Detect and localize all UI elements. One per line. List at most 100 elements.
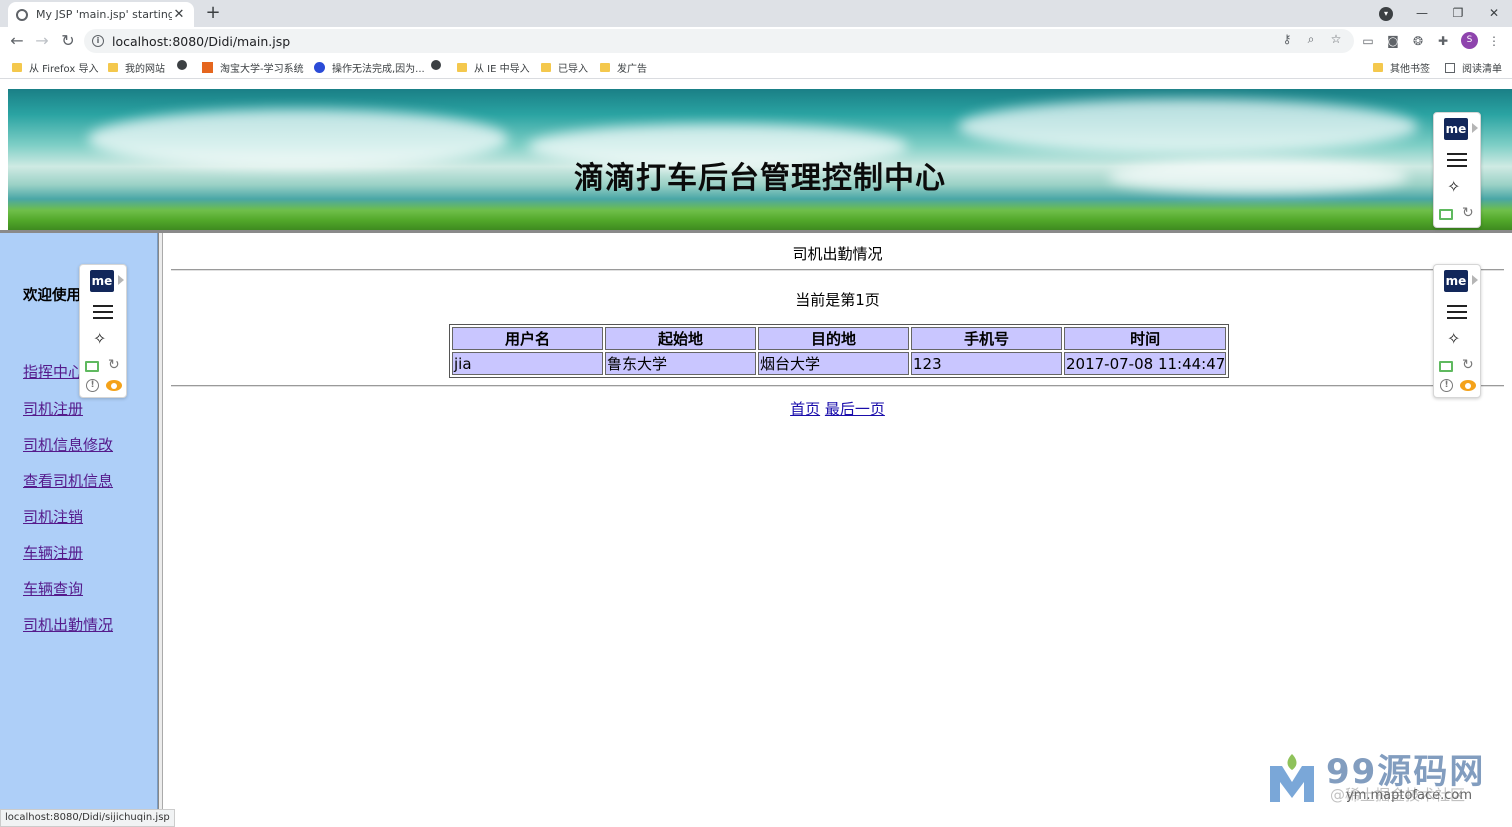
me-logo-icon[interactable]: me <box>90 270 114 292</box>
folder-icon <box>457 63 467 72</box>
back-arrow-icon[interactable]: ← <box>7 31 27 51</box>
pagination: 首页 最后一页 <box>163 398 1512 419</box>
me-logo-icon[interactable]: me <box>1444 270 1468 292</box>
table-cell-origin: 鲁东大学 <box>605 352 756 375</box>
sidebar-link-driver-cancel[interactable]: 司机注销 <box>23 506 83 527</box>
baidu-icon <box>314 62 325 73</box>
table-cell-username: jia <box>452 352 603 375</box>
sidebar-link-driver-register[interactable]: 司机注册 <box>23 398 83 419</box>
banner-title: 滴滴打车后台管理控制中心 <box>574 161 946 196</box>
reading-list[interactable]: 阅读清单 <box>1445 60 1502 75</box>
tab-search-icon[interactable]: ▾ <box>1379 7 1393 21</box>
refresh-icon[interactable]: ↻ <box>1462 205 1474 221</box>
address-url: localhost:8080/Didi/main.jsp <box>112 33 291 49</box>
sidebar-link-driver-edit[interactable]: 司机信息修改 <box>23 434 113 455</box>
other-bookmarks[interactable]: 其他书签 <box>1373 60 1430 75</box>
folder-icon <box>600 63 610 72</box>
minimize-button[interactable]: — <box>1404 0 1440 27</box>
new-tab-button[interactable]: + <box>204 4 222 22</box>
warning-icon[interactable]: ! <box>86 379 99 392</box>
sidebar-link-vehicle-register[interactable]: 车辆注册 <box>23 542 83 563</box>
bookmark-item[interactable]: 发广告 <box>600 60 647 75</box>
forward-arrow-icon[interactable]: → <box>32 31 52 51</box>
extension-widget[interactable]: me ✧ ↻ <box>1433 112 1481 228</box>
watermark: 99源码网 @稀土掘金技术社区 ym.maptoface.com <box>1268 742 1512 822</box>
warning-icon[interactable]: ! <box>1440 379 1453 392</box>
restore-button[interactable]: ❐ <box>1440 0 1476 27</box>
bookmark-item[interactable]: 从 IE 中导入 <box>457 60 530 75</box>
browser-tab-strip: My JSP 'main.jsp' starting pag ✕ + ▾ — ❐… <box>0 0 1512 27</box>
header-banner: 滴滴打车后台管理控制中心 <box>8 89 1512 230</box>
divider <box>171 269 1504 271</box>
browser-tab[interactable]: My JSP 'main.jsp' starting pag ✕ <box>8 2 194 27</box>
magic-wand-icon[interactable]: ✧ <box>93 329 106 348</box>
folder-icon <box>12 63 22 72</box>
bookmark-item[interactable]: 我的网站 <box>108 60 165 75</box>
column-header: 时间 <box>1064 327 1227 350</box>
bookmark-item[interactable]: 从 Firefox 导入 <box>12 60 98 75</box>
table-header-row: 用户名 起始地 目的地 手机号 时间 <box>452 327 1227 350</box>
bookmarks-bar: 从 Firefox 导入 我的网站 淘宝大学-学习系统 操作无法完成,因为...… <box>0 55 1512 79</box>
watermark-logo-icon <box>1270 754 1314 802</box>
bookmark-item[interactable]: 淘宝大学-学习系统 <box>202 60 304 75</box>
menu-icon[interactable] <box>1447 305 1467 319</box>
column-header: 手机号 <box>911 327 1062 350</box>
sidebar-link-command-center[interactable]: 指挥中心 <box>23 361 83 382</box>
bookmark-item[interactable]: 操作无法完成,因为... <box>314 60 425 75</box>
status-url: localhost:8080/Didi/sijichuqin.jsp <box>0 809 175 827</box>
sidebar-link-vehicle-query[interactable]: 车辆查询 <box>23 578 83 599</box>
extension-shield-icon[interactable]: ❂ <box>1410 33 1426 49</box>
expand-arrow-icon[interactable] <box>1472 275 1478 285</box>
expand-arrow-icon[interactable] <box>118 275 124 285</box>
tab-title: My JSP 'main.jsp' starting pag <box>36 8 172 21</box>
page-indicator: 当前是第1页 <box>795 291 880 309</box>
magic-wand-icon[interactable]: ✧ <box>1447 177 1460 196</box>
refresh-icon[interactable]: ↻ <box>1462 357 1474 373</box>
bookmark-item[interactable]: 已导入 <box>541 60 588 75</box>
key-icon[interactable]: ⚷ <box>1279 32 1295 46</box>
me-logo-icon[interactable]: me <box>1444 118 1468 140</box>
column-header: 起始地 <box>605 327 756 350</box>
folder-icon <box>541 63 551 72</box>
cast-icon[interactable]: ▭ <box>1360 33 1376 49</box>
expand-arrow-icon[interactable] <box>1472 123 1478 133</box>
magic-wand-icon[interactable]: ✧ <box>1447 329 1460 348</box>
globe-icon <box>431 60 441 70</box>
sidebar-link-driver-view[interactable]: 查看司机信息 <box>23 470 113 491</box>
eye-icon[interactable] <box>1460 380 1476 391</box>
refresh-icon[interactable]: ↻ <box>108 357 120 373</box>
profile-avatar[interactable]: S <box>1461 32 1478 49</box>
cast-icon[interactable] <box>1439 361 1453 372</box>
extension-widget[interactable]: me ✧ ↻ ! <box>1433 264 1481 398</box>
camera-icon[interactable]: ◙ <box>1385 33 1401 49</box>
globe-icon <box>177 60 187 70</box>
extension-widget[interactable]: me ✧ ↻ ! <box>79 264 127 398</box>
zoom-icon[interactable]: ⌕ <box>1303 32 1319 47</box>
taobao-icon <box>202 62 213 73</box>
divider <box>171 385 1504 387</box>
bookmark-item[interactable] <box>177 60 194 70</box>
eye-icon[interactable] <box>106 380 122 391</box>
last-page-link[interactable]: 最后一页 <box>825 400 885 418</box>
reload-icon[interactable]: ↻ <box>58 31 78 51</box>
more-menu-icon[interactable]: ⋮ <box>1486 33 1502 49</box>
column-header: 目的地 <box>758 327 909 350</box>
watermark-url: ym.maptoface.com <box>1346 788 1473 803</box>
bookmark-star-icon[interactable]: ☆ <box>1328 32 1344 46</box>
reading-list-icon <box>1445 62 1455 73</box>
attendance-table: 用户名 起始地 目的地 手机号 时间 jia 鲁东大学 烟台大学 123 201… <box>449 324 1230 378</box>
close-window-button[interactable]: ✕ <box>1476 0 1512 27</box>
address-bar[interactable]: i localhost:8080/Didi/main.jsp <box>84 29 1354 53</box>
site-info-icon[interactable]: i <box>92 35 104 47</box>
cast-icon[interactable] <box>85 361 99 372</box>
welcome-text: 欢迎使用 <box>23 288 81 304</box>
table-cell-time: 2017-07-08 11:44:47 <box>1064 352 1227 375</box>
menu-icon[interactable] <box>93 305 113 319</box>
bookmark-item[interactable] <box>431 60 448 70</box>
cast-icon[interactable] <box>1439 209 1453 220</box>
puzzle-icon[interactable]: ✚ <box>1435 33 1451 49</box>
first-page-link[interactable]: 首页 <box>790 400 820 418</box>
menu-icon[interactable] <box>1447 153 1467 167</box>
sidebar-link-driver-attendance[interactable]: 司机出勤情况 <box>23 614 113 635</box>
tab-close-icon[interactable]: ✕ <box>172 7 186 22</box>
